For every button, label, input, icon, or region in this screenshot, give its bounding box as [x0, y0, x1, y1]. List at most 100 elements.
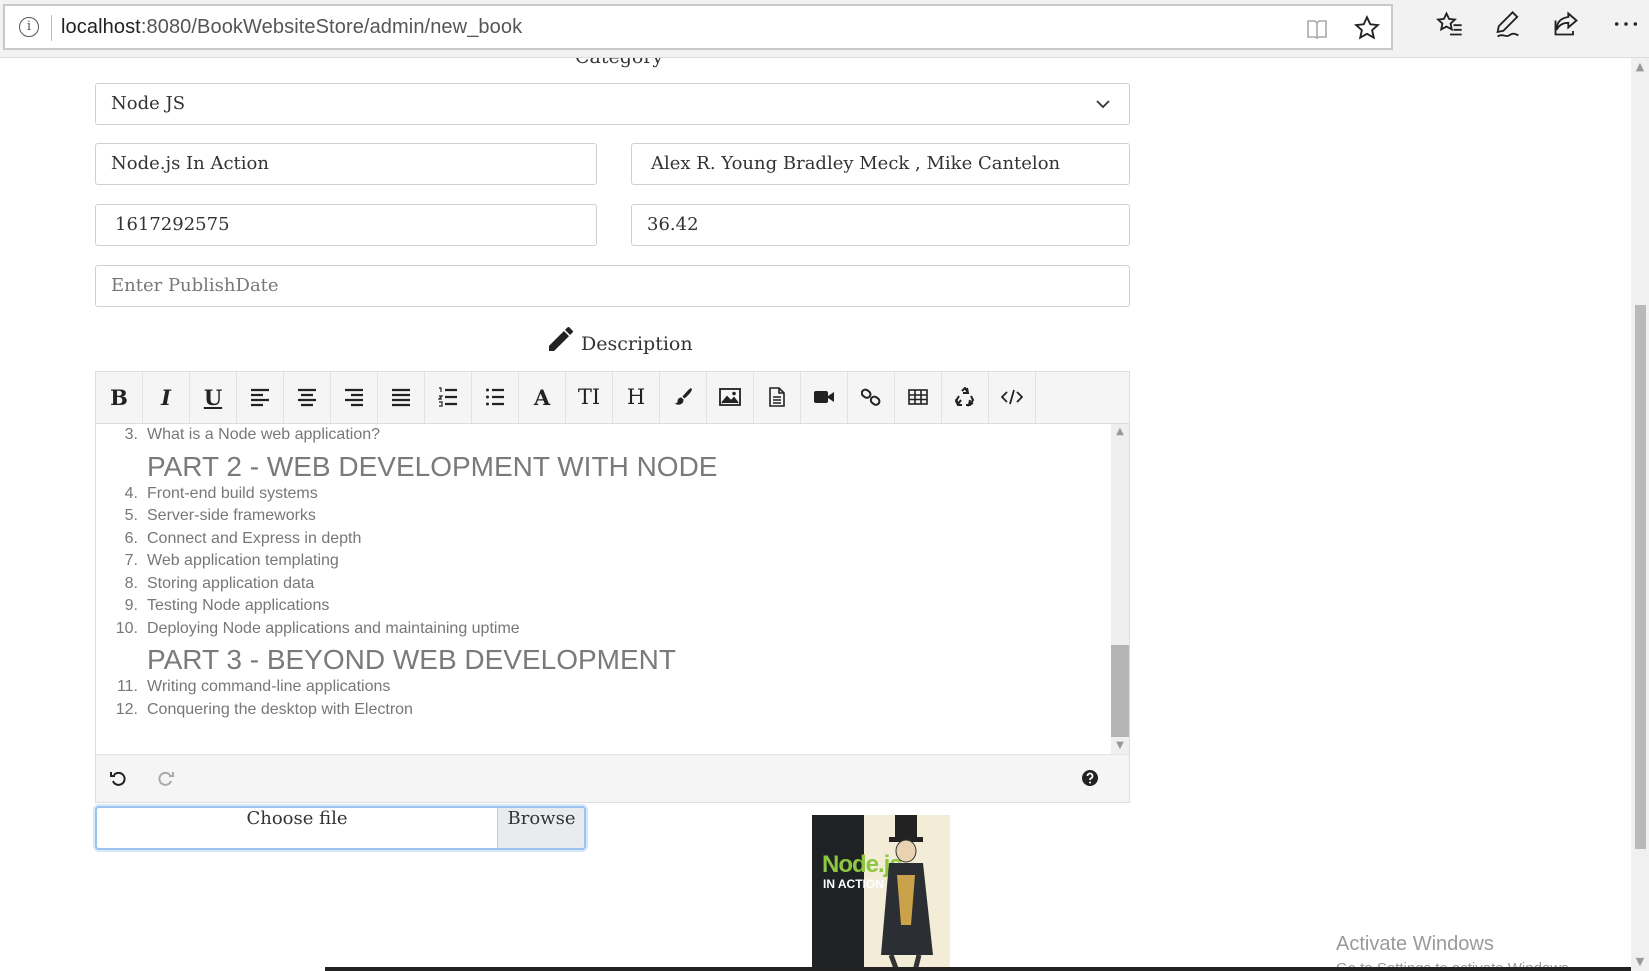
unordered-list-button[interactable] [472, 372, 519, 423]
editor-scrollbar[interactable]: ▲ ▼ [1111, 424, 1129, 754]
list-item-text: Storing application data [147, 574, 315, 592]
activate-windows-title: Activate Windows [1336, 933, 1494, 955]
browser-toolbar: i localhost:8080/BookWebsiteStore/admin/… [0, 0, 1649, 58]
pen-notes-icon[interactable] [1494, 10, 1522, 40]
scroll-up-icon[interactable]: ▲ [1111, 424, 1129, 440]
paint-brush-icon [674, 388, 692, 405]
reading-view-icon[interactable] [1305, 17, 1329, 41]
justify-icon [392, 388, 410, 407]
list-item-number: 8. [124, 574, 138, 592]
title-value: Node.js In Action [111, 153, 269, 174]
taskbar-edge [325, 967, 1631, 971]
isbn-field[interactable]: 1617292575 [95, 204, 597, 246]
code-icon [1000, 389, 1024, 405]
align-right-button[interactable] [331, 372, 378, 423]
content-heading: PART 2 - WEB DEVELOPMENT WITH NODE [147, 450, 718, 482]
underline-button[interactable]: U [190, 372, 237, 423]
author-value: Alex R. Young Bradley Meck , Mike Cantel… [651, 153, 1061, 174]
publish-date-placeholder: Enter PublishDate [111, 275, 279, 296]
image-icon [719, 388, 741, 406]
publish-date-field[interactable]: Enter PublishDate [95, 265, 1130, 307]
italic-button[interactable]: I [143, 372, 190, 423]
recycle-icon [954, 386, 975, 407]
page-scrollbar[interactable]: ▲ ▼ [1631, 58, 1649, 971]
editor-statusbar [96, 754, 1129, 802]
justify-button[interactable] [378, 372, 425, 423]
align-center-button[interactable] [284, 372, 331, 423]
list-item-number: 5. [124, 507, 138, 524]
align-center-icon [298, 388, 316, 407]
page-scroll-down-icon[interactable]: ▼ [1631, 953, 1649, 971]
content-heading: PART 3 - BEYOND WEB DEVELOPMENT [147, 644, 677, 675]
code-view-button[interactable] [989, 372, 1036, 423]
align-right-icon [345, 388, 363, 407]
cover-illustration [881, 815, 933, 971]
scroll-down-icon[interactable]: ▼ [1111, 738, 1129, 754]
page-scroll-up-icon[interactable]: ▲ [1631, 58, 1649, 76]
insert-video-button[interactable] [801, 372, 848, 423]
category-select[interactable]: Node JS [95, 83, 1130, 125]
clear-formatting-button[interactable] [942, 372, 989, 423]
insert-image-button[interactable] [707, 372, 754, 423]
favorite-star-icon[interactable] [1353, 14, 1381, 42]
category-label: Category [575, 58, 663, 68]
title-field[interactable]: Node.js In Action [95, 143, 597, 185]
list-item-text: Web application templating [147, 552, 339, 569]
insert-link-button[interactable] [848, 372, 895, 423]
list-item-text: Connect and Express in depth [147, 529, 362, 547]
list-item-text: Deploying Node applications and maintain… [147, 619, 520, 637]
favorites-list-icon[interactable] [1436, 10, 1464, 38]
page-scroll-thumb[interactable] [1635, 305, 1646, 849]
browse-button[interactable]: Browse [497, 808, 584, 848]
price-value: 36.42 [647, 214, 699, 235]
price-field[interactable]: 36.42 [631, 204, 1130, 246]
list-item-text: Front-end build systems [147, 484, 318, 502]
list-item-number: 4. [124, 484, 138, 502]
address-bar[interactable]: i localhost:8080/BookWebsiteStore/admin/… [3, 4, 1393, 50]
info-icon[interactable]: i [19, 17, 39, 37]
cover-dark-band [812, 815, 864, 971]
bold-button[interactable]: B [96, 372, 143, 423]
unordered-list-icon [486, 388, 504, 406]
list-item-text: Writing command-line applications [147, 678, 391, 695]
link-icon [860, 388, 881, 406]
ordered-list-icon [437, 387, 457, 407]
video-camera-icon [814, 391, 834, 403]
insert-file-button[interactable] [754, 372, 801, 423]
font-size-button[interactable]: TI [566, 372, 613, 423]
author-field[interactable]: Alex R. Young Bradley Meck , Mike Cantel… [631, 143, 1130, 185]
choose-file-label[interactable]: Choose file [97, 808, 497, 848]
editor-scroll-thumb[interactable] [1111, 645, 1129, 737]
list-item-number: 7. [124, 552, 138, 569]
chevron-down-icon [1096, 100, 1110, 109]
more-icon[interactable] [1612, 10, 1640, 38]
color-button[interactable] [660, 372, 707, 423]
isbn-value: 1617292575 [115, 214, 230, 235]
redo-icon[interactable] [156, 769, 174, 787]
url-path: :8080/BookWebsiteStore/admin/new_book [140, 16, 523, 38]
editor-content[interactable]: 3. What is a Node web application? PART 2 … [96, 424, 1111, 754]
heading-button[interactable]: H [613, 372, 660, 423]
editor-toolbar: B I U A TI H [96, 372, 1129, 424]
url-host: localhost [61, 16, 141, 38]
pencil-icon [549, 327, 573, 351]
description-label: Description [581, 333, 693, 355]
align-left-icon [251, 388, 269, 407]
ordered-list-button[interactable] [425, 372, 472, 423]
align-left-button[interactable] [237, 372, 284, 423]
url-text[interactable]: localhost:8080/BookWebsiteStore/admin/ne… [61, 16, 522, 39]
help-icon[interactable] [1081, 769, 1099, 787]
list-item-text: Conquering the desktop with Electron [147, 700, 413, 718]
share-icon[interactable] [1552, 10, 1580, 38]
cover-image-file-input[interactable]: Choose file Browse [95, 806, 586, 850]
list-item-text: What is a Node web application? [147, 426, 381, 443]
list-item-number: 6. [124, 529, 138, 547]
insert-table-button[interactable] [895, 372, 942, 423]
book-cover-image: Node.js IN ACTION [812, 815, 950, 971]
font-family-button[interactable]: A [519, 372, 566, 423]
undo-icon[interactable] [110, 769, 128, 787]
list-item-number: 9. [124, 597, 138, 614]
list-item-number: 11. [116, 678, 138, 695]
category-selected-value: Node JS [111, 93, 186, 114]
list-item-number: 3. [124, 426, 138, 443]
